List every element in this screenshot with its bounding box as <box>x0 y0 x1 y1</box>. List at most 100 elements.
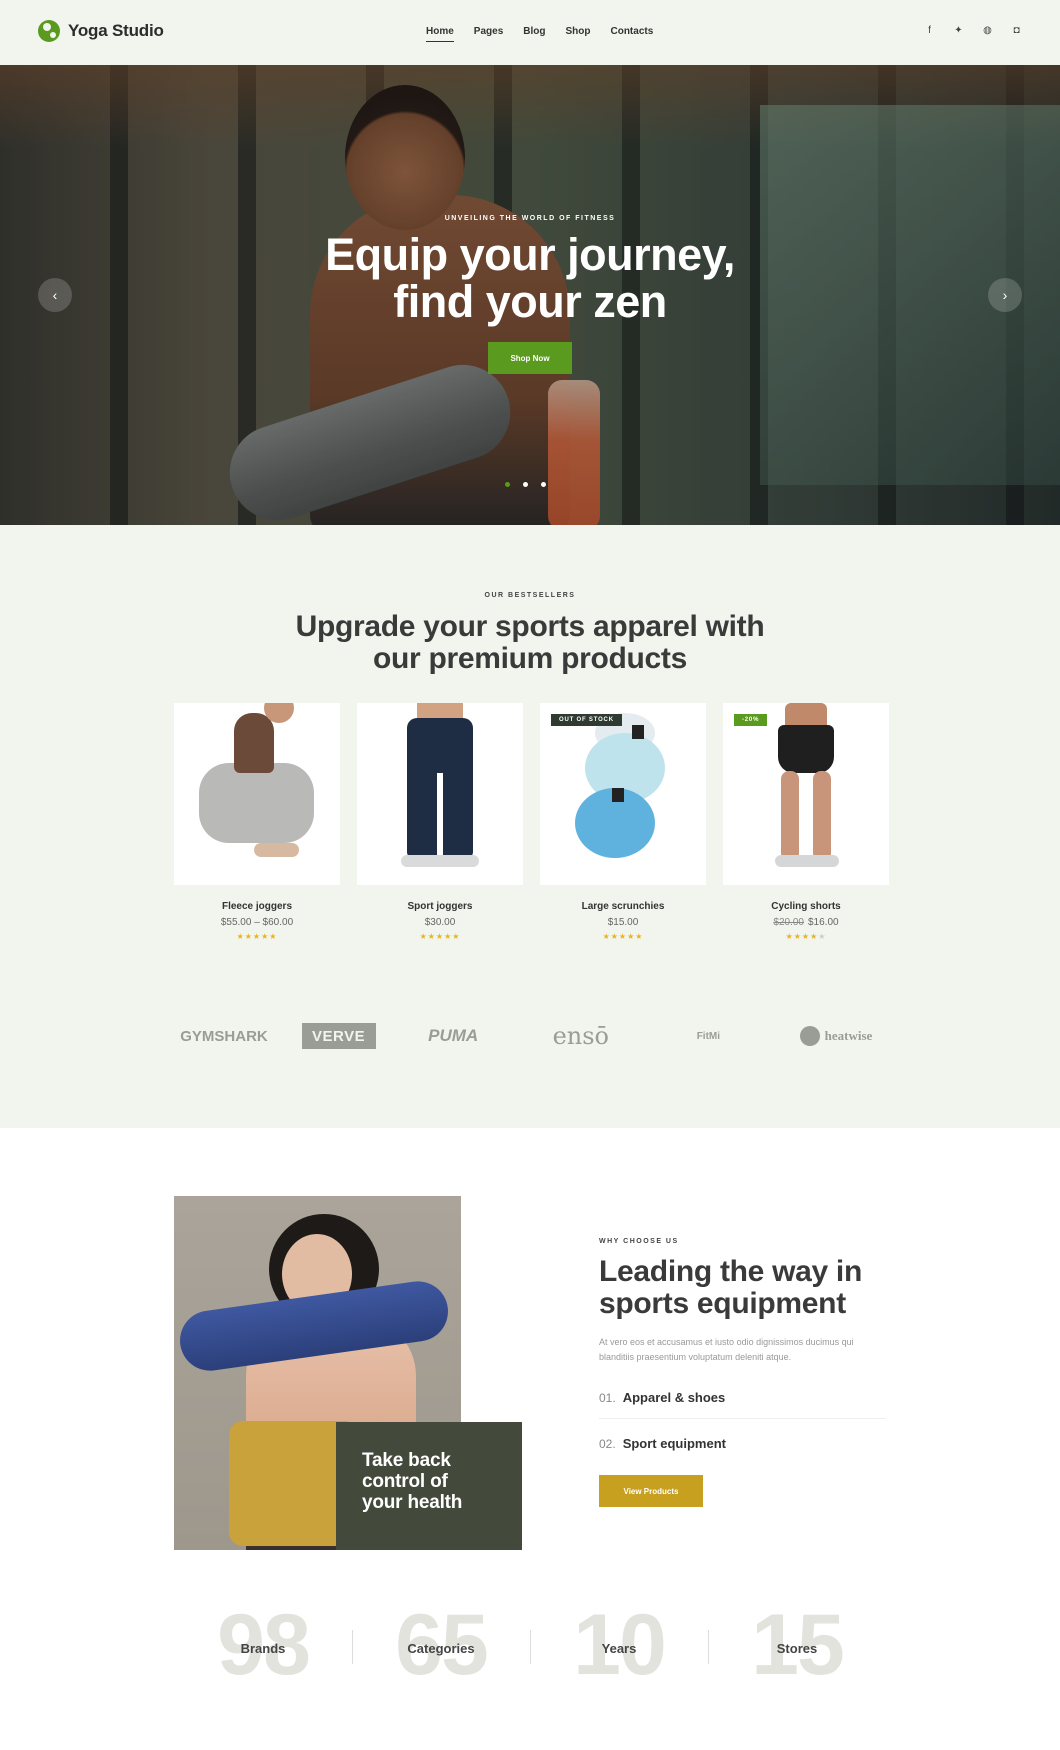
product-name[interactable]: Cycling shorts <box>723 901 889 912</box>
logo-text: Yoga Studio <box>68 21 164 40</box>
stat-item: 15 Stores <box>708 1600 886 1690</box>
why-title-line1: Leading the way in <box>599 1255 862 1288</box>
top-shape <box>234 713 274 773</box>
shoe-shape <box>401 855 479 867</box>
why-title: Leading the way in sports equipment <box>599 1256 919 1320</box>
product-price: $15.00 <box>540 917 706 928</box>
bestsellers-title-line2: our premium products <box>372 642 688 675</box>
product-grid: Fleece joggers $55.00 – $60.00 ★★★★★ Spo… <box>174 703 889 941</box>
product-price: $55.00 – $60.00 <box>174 917 340 928</box>
stat-label: Stores <box>776 1641 818 1656</box>
leg-shape <box>781 771 799 861</box>
product-price-current: $30.00 <box>424 917 456 928</box>
why-list-item[interactable]: 02. Sport equipment <box>599 1418 886 1464</box>
yin-yang-logo-icon <box>38 20 60 42</box>
joggers-shape <box>199 763 314 843</box>
health-card-text: Take back control of your health <box>362 1450 496 1513</box>
stat-label: Brands <box>240 1641 286 1656</box>
product-price-current: $15.00 <box>607 917 639 928</box>
hero-title: Equip your journey, find your zen <box>0 231 1060 325</box>
product-image[interactable] <box>357 703 523 885</box>
nav-item-shop[interactable]: Shop <box>565 26 590 42</box>
why-item-number: 01. <box>599 1391 616 1405</box>
rating-stars: ★★★★★ <box>602 932 644 941</box>
why-item-label: Sport equipment <box>622 1436 726 1451</box>
brand-logo-heatwise[interactable]: heatwise <box>786 1018 886 1054</box>
product-name[interactable]: Large scrunchies <box>540 901 706 912</box>
shorts-shape <box>778 725 834 773</box>
brand-logo-gymshark[interactable]: GYMSHARK <box>174 1018 274 1054</box>
nav-item-contacts[interactable]: Contacts <box>610 26 653 42</box>
brand-logo-enso[interactable]: ensō <box>531 1018 631 1054</box>
bestsellers-title-line1: Upgrade your sports apparel with <box>295 610 765 643</box>
health-card: Take back control of your health <box>336 1422 522 1550</box>
heatwise-logo-icon <box>799 1026 820 1046</box>
product-price-current: $55.00 – $60.00 <box>220 917 294 928</box>
product-name[interactable]: Fleece joggers <box>174 901 340 912</box>
brand-logo-puma[interactable]: PUMA <box>403 1018 503 1054</box>
stat-item: 65 Categories <box>352 1600 530 1690</box>
brand-logo-fitmi[interactable]: FitMi <box>658 1018 758 1054</box>
rating-stars: ★★★★★ <box>236 932 278 941</box>
why-title-line2: sports equipment <box>599 1287 846 1320</box>
product-price: $20.00 $16.00 <box>723 917 889 928</box>
twitter-icon[interactable]: ✦ <box>953 25 964 36</box>
health-card-line3: your health <box>362 1492 463 1513</box>
nav-item-blog[interactable]: Blog <box>523 26 545 42</box>
rating-stars: ★★★★★ <box>419 932 461 941</box>
stat-label: Categories <box>407 1641 475 1656</box>
chevron-left-icon[interactable]: ‹ <box>38 278 72 312</box>
product-image[interactable] <box>174 703 340 885</box>
dribbble-icon[interactable]: ◍ <box>982 25 993 36</box>
product-card[interactable]: Sport joggers $30.00 ★★★★★ <box>357 703 523 941</box>
leg-gap <box>437 773 443 858</box>
product-image[interactable]: -20% <box>723 703 889 885</box>
why-description: At vero eos et accusamus et iusto odio d… <box>599 1337 854 1362</box>
slider-dot[interactable] <box>523 482 528 487</box>
shop-now-button[interactable]: Shop Now <box>488 342 572 374</box>
why-item-number: 02. <box>599 1437 616 1451</box>
social-links: f ✦ ◍ ◘ <box>924 25 1022 36</box>
stat-label: Years <box>601 1641 637 1656</box>
out-of-stock-badge: OUT OF STOCK <box>551 714 622 726</box>
tag-shape <box>612 788 624 802</box>
brand-logos: GYMSHARK VERVE PUMA ensō FitMi heatwise <box>174 1018 886 1054</box>
product-card[interactable]: -20% Cycling shorts $20.00 $16.00 ★★★★★ <box>723 703 889 941</box>
hero-title-line1: Equip your journey, <box>325 229 735 280</box>
logo[interactable]: Yoga Studio <box>38 20 164 42</box>
product-price-current: $16.00 <box>808 917 839 928</box>
nav-item-home[interactable]: Home <box>426 26 454 42</box>
why-list: 01. Apparel & shoes 02. Sport equipment <box>599 1390 886 1464</box>
slider-dot[interactable] <box>505 482 510 487</box>
stat-item: 10 Years <box>530 1600 708 1690</box>
product-image[interactable]: OUT OF STOCK <box>540 703 706 885</box>
view-products-button[interactable]: View Products <box>599 1475 703 1507</box>
tag-shape <box>632 725 644 739</box>
bestsellers-eyebrow: OUR BESTSELLERS <box>484 592 576 599</box>
product-card[interactable]: OUT OF STOCK Large scrunchies $15.00 ★★★… <box>540 703 706 941</box>
sale-badge: -20% <box>734 714 768 726</box>
health-card-line1: Take back <box>362 1450 451 1471</box>
product-name[interactable]: Sport joggers <box>357 901 523 912</box>
facebook-icon[interactable]: f <box>924 25 935 36</box>
hero-title-line2: find your zen <box>393 276 667 327</box>
shoe-shape <box>775 855 839 867</box>
why-list-item[interactable]: 01. Apparel & shoes <box>599 1390 886 1418</box>
stat-item: 98 Brands <box>174 1600 352 1690</box>
brand-logo-verve[interactable]: VERVE <box>301 1023 376 1049</box>
slider-dot[interactable] <box>541 482 546 487</box>
chevron-right-icon[interactable]: › <box>988 278 1022 312</box>
why-eyebrow: WHY CHOOSE US <box>599 1238 679 1245</box>
why-item-label: Apparel & shoes <box>622 1390 726 1405</box>
product-card[interactable]: Fleece joggers $55.00 – $60.00 ★★★★★ <box>174 703 340 941</box>
product-price: $30.00 <box>357 917 523 928</box>
stats-row: 98 Brands 65 Categories 10 Years 15 Stor… <box>174 1600 886 1690</box>
rating-stars: ★★★★★ <box>785 932 827 941</box>
site-header: Yoga Studio Home Pages Blog Shop Contact… <box>0 0 1060 65</box>
hero-eyebrow: UNVEILING THE WORLD OF FITNESS <box>444 215 616 222</box>
instagram-icon[interactable]: ◘ <box>1011 25 1022 36</box>
product-price-old: $20.00 <box>773 917 804 928</box>
bestsellers-title: Upgrade your sports apparel with our pre… <box>0 611 1060 675</box>
nav-item-pages[interactable]: Pages <box>474 26 503 42</box>
leg-shape <box>813 771 831 861</box>
